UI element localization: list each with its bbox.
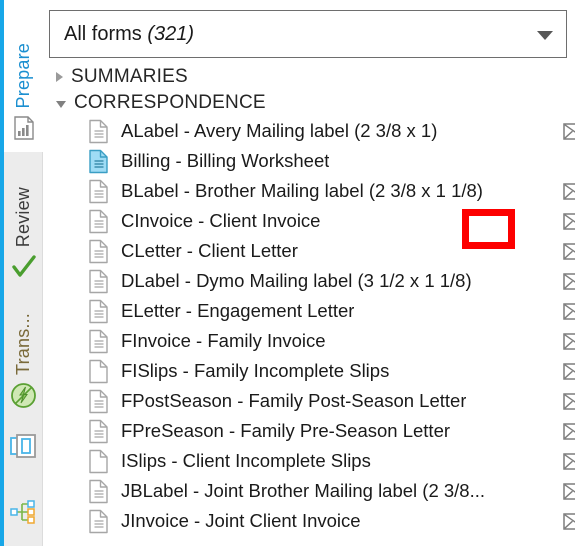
green-checkmark-icon xyxy=(10,254,37,286)
document-lines-icon xyxy=(88,119,110,144)
document-blank-icon xyxy=(88,359,110,384)
email-envelope-icon[interactable] xyxy=(563,243,575,260)
document-lines-icon xyxy=(88,179,110,204)
email-envelope-icon[interactable] xyxy=(563,453,575,470)
email-envelope-icon[interactable] xyxy=(563,483,575,500)
form-row-label: Billing - Billing Worksheet xyxy=(121,150,330,171)
all-forms-count: (321) xyxy=(147,22,195,45)
email-envelope-icon[interactable] xyxy=(563,213,575,230)
document-lines-icon xyxy=(88,269,110,294)
form-row-label: DLabel - Dymo Mailing label (3 1/2 x 1 1… xyxy=(121,270,472,291)
form-row[interactable]: ELetter - Engagement Letter xyxy=(43,296,575,326)
email-envelope-icon[interactable] xyxy=(563,183,575,200)
tree-group-correspondence[interactable]: CORRESPONDENCE xyxy=(43,90,575,116)
forms-panel: All forms (321) SUMMARIES CORRESPONDENCE A… xyxy=(43,0,575,546)
all-forms-dropdown-label: All forms (321) xyxy=(50,23,194,46)
form-row[interactable]: FPostSeason - Family Post-Season Letter xyxy=(43,386,575,416)
tree-group-summaries[interactable]: SUMMARIES xyxy=(43,64,575,90)
tree-group-label: SUMMARIES xyxy=(71,66,188,87)
form-row-label: FPostSeason - Family Post-Season Letter xyxy=(121,390,467,411)
chevron-down-icon[interactable] xyxy=(56,100,66,108)
form-row-label: CInvoice - Client Invoice xyxy=(121,210,321,231)
email-envelope-icon[interactable] xyxy=(563,333,575,350)
form-row[interactable]: JInvoice - Joint Client Invoice xyxy=(43,506,575,536)
document-chart-icon xyxy=(11,115,37,146)
form-row-label: FPreSeason - Family Pre-Season Letter xyxy=(121,420,451,441)
form-row-label: JBLabel - Joint Brother Mailing label (2… xyxy=(121,480,486,501)
rail-tab-transfer[interactable]: Trans... xyxy=(4,292,43,420)
form-row[interactable]: CLetter - Client Letter xyxy=(43,236,575,266)
form-row[interactable]: ISlips - Client Incomplete Slips xyxy=(43,446,575,476)
rail-tab-transfer-label: Trans... xyxy=(13,313,33,375)
document-blank-icon xyxy=(88,449,110,474)
form-row[interactable]: DLabel - Dymo Mailing label (3 1/2 x 1 1… xyxy=(43,266,575,296)
document-lines-icon xyxy=(88,479,110,504)
all-forms-dropdown-text: All forms xyxy=(64,22,148,45)
side-panel-icon xyxy=(9,432,39,465)
form-row[interactable]: FISlips - Family Incomplete Slips xyxy=(43,356,575,386)
document-lines-icon xyxy=(88,509,110,534)
rail-tab-prepare-label: Prepare xyxy=(13,42,33,108)
form-row-label: ELetter - Engagement Letter xyxy=(121,300,355,321)
tree-group-label: CORRESPONDENCE xyxy=(74,92,266,113)
document-lines-icon xyxy=(88,419,110,444)
form-row-label: ALabel - Avery Mailing label (2 3/8 x 1) xyxy=(121,120,438,141)
form-row[interactable]: FPreSeason - Family Pre-Season Letter xyxy=(43,416,575,446)
left-navigation-rail: Prepare Review Trans... xyxy=(0,0,43,546)
email-envelope-icon[interactable] xyxy=(563,303,575,320)
document-lines-icon xyxy=(88,299,110,324)
green-transfer-icon xyxy=(10,382,37,414)
rail-tab-review[interactable]: Review xyxy=(4,152,43,292)
form-row[interactable]: BLabel - Brother Mailing label (2 3/8 x … xyxy=(43,176,575,206)
form-row[interactable]: Billing - Billing Worksheet xyxy=(43,146,575,176)
panel-toggle-button[interactable] xyxy=(4,420,43,476)
email-envelope-icon[interactable] xyxy=(563,273,575,290)
chevron-down-icon[interactable] xyxy=(537,31,553,40)
form-row-label: FISlips - Family Incomplete Slips xyxy=(121,360,390,381)
form-row[interactable]: JBLabel - Joint Brother Mailing label (2… xyxy=(43,476,575,506)
form-row[interactable]: FInvoice - Family Invoice xyxy=(43,326,575,356)
forms-tree: SUMMARIES CORRESPONDENCE ALabel - Avery Ma… xyxy=(43,64,575,536)
document-lines-icon xyxy=(88,239,110,264)
organizer-tree-button[interactable] xyxy=(4,486,43,542)
form-row-label: ISlips - Client Incomplete Slips xyxy=(121,450,371,471)
email-envelope-icon[interactable] xyxy=(563,423,575,440)
form-row-label: CLetter - Client Letter xyxy=(121,240,298,261)
form-row-label: FInvoice - Family Invoice xyxy=(121,330,326,351)
email-envelope-icon[interactable] xyxy=(563,393,575,410)
rail-tab-prepare[interactable]: Prepare xyxy=(4,0,43,152)
document-lines-icon xyxy=(88,209,110,234)
rail-tab-review-label: Review xyxy=(13,186,33,247)
document-lines-blue-icon xyxy=(88,149,110,174)
email-envelope-icon[interactable] xyxy=(563,513,575,530)
form-row[interactable]: CInvoice - Client Invoice xyxy=(43,206,575,236)
all-forms-dropdown[interactable]: All forms (321) xyxy=(49,10,567,58)
chevron-right-icon[interactable] xyxy=(56,72,63,82)
form-row[interactable]: ALabel - Avery Mailing label (2 3/8 x 1) xyxy=(43,116,575,146)
document-lines-icon xyxy=(88,329,110,354)
document-lines-icon xyxy=(88,389,110,414)
email-envelope-icon[interactable] xyxy=(563,123,575,140)
form-row-label: JInvoice - Joint Client Invoice xyxy=(121,510,361,531)
hierarchy-tree-icon xyxy=(9,498,39,531)
form-row-label: BLabel - Brother Mailing label (2 3/8 x … xyxy=(121,180,483,201)
email-envelope-icon[interactable] xyxy=(563,363,575,380)
